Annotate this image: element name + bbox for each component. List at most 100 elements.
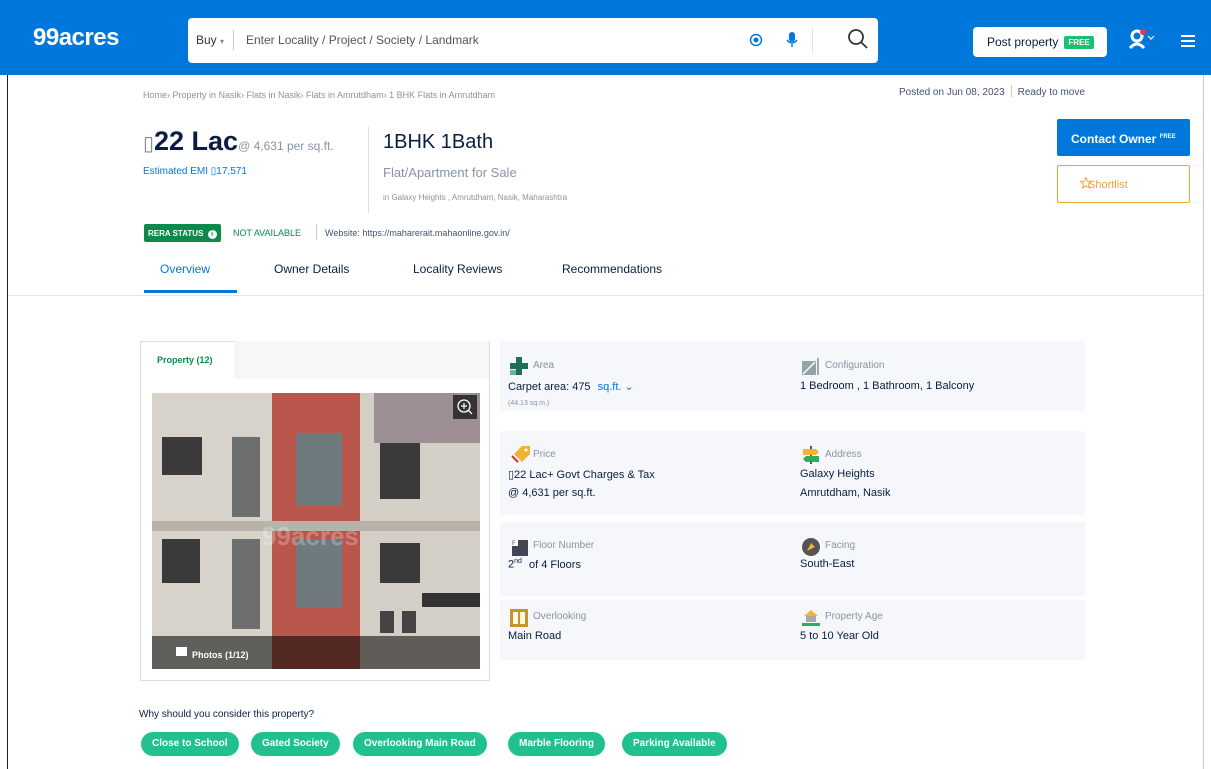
area-label: Area — [533, 360, 555, 371]
gallery-tab-property[interactable]: Property (12) — [157, 355, 213, 365]
price-block: ▯22 Lac@ 4,631 per sq.ft. — [143, 126, 334, 157]
posted-date: Posted on Jun 08, 2023 — [899, 87, 1005, 98]
facing-value: South-East — [800, 558, 855, 570]
overlooking-label: Overlooking — [533, 611, 587, 622]
photos-count[interactable]: Photos (1/12) — [192, 650, 249, 660]
top-navbar: 99acres Buy ▾ Enter Locality / Project /… — [0, 0, 1211, 75]
area-icon — [510, 357, 528, 375]
shortlist-label: Shortlist — [1088, 179, 1128, 191]
user-icon[interactable] — [1128, 28, 1158, 50]
configuration-label: Configuration — [825, 360, 885, 371]
info-icon[interactable]: i — [207, 230, 217, 239]
location-icon[interactable] — [749, 33, 763, 47]
header-divider — [368, 127, 369, 213]
compass-icon — [802, 538, 820, 556]
tab-locality-reviews[interactable]: Locality Reviews — [413, 262, 502, 276]
contact-owner-button[interactable]: Contact Owner FREE — [1057, 119, 1190, 156]
search-type-select[interactable]: Buy ▾ — [196, 33, 224, 47]
mic-icon[interactable] — [785, 31, 799, 49]
photo-icon — [176, 647, 187, 656]
shortlist-button[interactable]: Shortlist — [1057, 165, 1190, 203]
tab-owner-details[interactable]: Owner Details — [274, 262, 349, 276]
gallery-tab-strip — [234, 341, 489, 379]
rera-status-badge: RERA STATUS i — [144, 224, 221, 242]
price-label: Price — [533, 449, 556, 460]
watermark-logo: 99acres — [262, 521, 359, 551]
left-edge — [7, 75, 8, 769]
configuration-value: 1 Bedroom , 1 Bathroom, 1 Balcony — [800, 380, 975, 392]
price-detail-per-sqft: @ 4,631 per sq.ft. — [508, 487, 596, 499]
logo[interactable]: 99acres — [33, 24, 119, 52]
property-age-label: Property Age — [825, 611, 883, 622]
rera-status-value: NOT AVAILABLE — [233, 228, 302, 238]
floor-icon: F — [512, 540, 528, 556]
area-value-text: Carpet area: 475 — [508, 381, 591, 393]
floor-value: 2nd of 4 Floors — [508, 558, 581, 571]
property-type: Flat/Apartment for Sale — [383, 165, 517, 180]
floor-suffix: nd — [514, 558, 522, 565]
area-unit-select[interactable]: sq.ft. ⌄ — [598, 381, 634, 393]
detail-row-4 — [500, 600, 1085, 660]
highlight-chip: Gated Society — [251, 732, 340, 756]
zoom-in-icon[interactable] — [453, 395, 477, 419]
property-photo[interactable]: 99acres — [152, 393, 480, 669]
rera-label: RERA STATUS — [148, 229, 204, 238]
overlooking-value: Main Road — [508, 630, 562, 642]
price-value: 22 Lac — [154, 126, 239, 156]
contact-free-badge: FREE — [1159, 134, 1176, 140]
highlight-chip: Overlooking Main Road — [353, 732, 487, 756]
area-sqm: (44.13 sq.m.) — [508, 400, 550, 407]
post-property-button[interactable]: Post property FREE — [973, 27, 1107, 57]
price-detail-value: ▯22 Lac+ Govt Charges & Tax — [508, 469, 655, 481]
price-tag-icon — [511, 446, 530, 463]
star-icon — [1080, 177, 1092, 189]
chevron-down-icon: ⌄ — [624, 381, 634, 393]
facing-label: Facing — [825, 540, 856, 551]
rupee-icon: ▯ — [143, 133, 155, 155]
svg-text:F: F — [512, 540, 516, 547]
highlight-chip: Marble Flooring — [508, 732, 605, 756]
address-line-1: Galaxy Heights — [800, 468, 875, 480]
tabs-divider — [8, 295, 1203, 296]
search-separator — [233, 30, 234, 50]
property-location: in Galaxy Heights , Amrutdham, Nasik, Ma… — [383, 193, 568, 202]
property-age-value: 5 to 10 Year Old — [800, 630, 879, 642]
detail-row-3 — [500, 522, 1085, 596]
contact-owner-label: Contact Owner — [1071, 132, 1157, 146]
price-per-sqft: @ 4,631 per sq.ft. — [238, 139, 334, 153]
free-badge: FREE — [1064, 36, 1094, 49]
breadcrumb[interactable]: Home› Property in Nasik› Flats in Nasik›… — [143, 90, 495, 100]
configuration-icon — [802, 358, 819, 375]
tab-overview[interactable]: Overview — [160, 262, 210, 276]
address-signpost-icon — [803, 446, 819, 464]
post-property-label: Post property — [987, 35, 1059, 49]
search-bar: Buy ▾ Enter Locality / Project / Society… — [188, 18, 878, 63]
search-divider — [812, 28, 813, 53]
highlight-chip: Parking Available — [622, 732, 727, 756]
hamburger-menu-icon[interactable] — [1181, 35, 1195, 47]
rera-website[interactable]: Website: https://maharerait.mahaonline.g… — [325, 228, 510, 238]
highlight-chip: Close to School — [141, 732, 239, 756]
property-age-icon — [802, 610, 820, 626]
search-type-label: Buy — [196, 33, 217, 47]
search-input[interactable]: Enter Locality / Project / Society / Lan… — [246, 33, 479, 47]
rera-separator — [316, 224, 317, 240]
floor-label: Floor Number — [533, 540, 595, 551]
chevron-down-icon: ▾ — [220, 37, 225, 46]
address-line-2: Amrutdham, Nasik — [800, 487, 891, 499]
tab-recommendations[interactable]: Recommendations — [562, 262, 662, 276]
price: ▯22 Lac — [143, 126, 238, 156]
search-icon[interactable] — [847, 28, 869, 50]
active-tab-indicator — [144, 290, 237, 293]
right-edge — [1203, 75, 1204, 769]
floor-total: of 4 Floors — [528, 558, 581, 571]
posted-info: Posted on Jun 08, 2023 Ready to move — [899, 85, 1085, 98]
possession-status: Ready to move — [1017, 87, 1085, 98]
area-unit-label: sq.ft. — [597, 381, 622, 393]
bhk-title: 1BHK 1Bath — [383, 131, 494, 153]
overlooking-window-icon — [510, 609, 528, 627]
detail-row-1 — [500, 341, 1085, 411]
emi-link[interactable]: Estimated EMI ▯17,571 — [143, 166, 247, 177]
area-value: Carpet area: 475 sq.ft. ⌄ — [508, 380, 634, 393]
address-label: Address — [825, 449, 862, 460]
